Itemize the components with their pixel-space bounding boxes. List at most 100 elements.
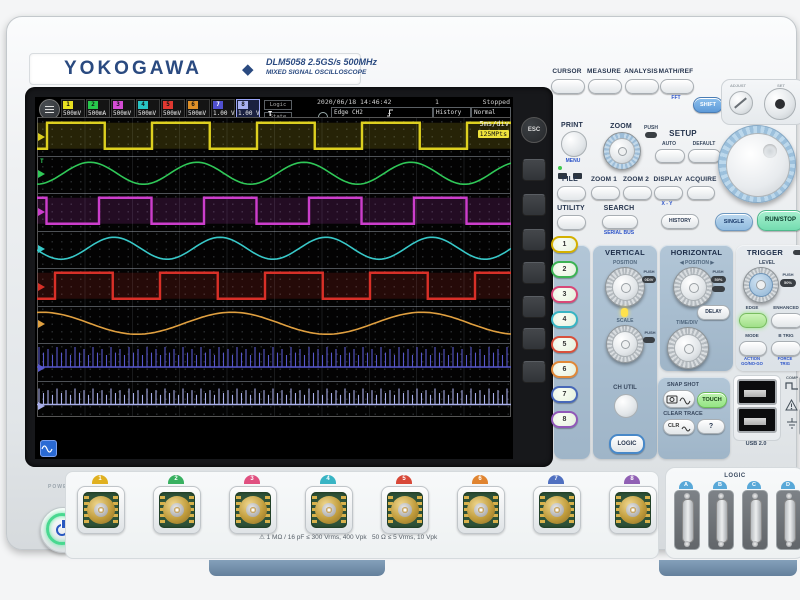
zoom-push-led [645, 132, 657, 138]
clear-trace-button[interactable]: CLR [663, 419, 695, 435]
utility-button[interactable] [557, 215, 586, 230]
trigger-level-knob[interactable] [743, 267, 779, 303]
bnc-connector-3 [229, 486, 277, 534]
vertical-scale-led [621, 308, 628, 317]
logic-badge[interactable]: Logic [264, 100, 292, 110]
search-button[interactable] [602, 215, 638, 229]
logic-port-badge-C: C [747, 481, 761, 489]
channel-badge-number: 8 [238, 101, 248, 109]
acq-mode: Normal [474, 109, 496, 116]
lcd-screen[interactable]: MENU 1500mV2500mA3500mV4500mV5500mV6500m… [35, 97, 513, 459]
vertical-scale-label: SCALE [607, 318, 643, 324]
auto-setup-button[interactable] [655, 149, 685, 163]
status-run-state: Stopped [483, 98, 510, 106]
status-acq-count: 1 [435, 98, 439, 106]
single-button[interactable]: SINGLE [715, 213, 753, 231]
softkey-4[interactable] [522, 262, 546, 284]
display-button[interactable] [654, 186, 683, 200]
acquire-button[interactable] [687, 186, 715, 200]
waveform-tool-icon[interactable] [40, 440, 57, 457]
softkey-2[interactable] [522, 194, 546, 216]
touch-button[interactable]: TOUCH [697, 392, 727, 408]
channel-5-button[interactable]: 5 [551, 336, 578, 353]
softkey-6[interactable] [522, 328, 546, 350]
enhanced-label: ENHANCED [767, 305, 800, 310]
horizontal-position-knob[interactable] [673, 267, 713, 307]
function-key-label-1: MEASURE [586, 68, 622, 75]
horizontal-push-label: PUSH [709, 269, 727, 274]
snap-shot-button[interactable] [663, 390, 695, 408]
zoom1-button[interactable] [591, 186, 620, 200]
square-wave-icon [785, 381, 799, 390]
softkey-7[interactable] [522, 361, 546, 383]
device-foot-right [659, 560, 797, 576]
bnc-badge-7: 7 [548, 475, 564, 484]
print-button[interactable] [561, 131, 587, 157]
history-label: History [436, 109, 461, 116]
clear-trace-label: CLEAR TRACE [658, 411, 708, 417]
analysis-button[interactable] [625, 79, 659, 94]
b-trig-button[interactable] [771, 341, 800, 356]
esc-button[interactable]: ESC [521, 117, 547, 143]
delay-button[interactable]: DELAY [697, 305, 730, 320]
history-button[interactable]: HISTORY [661, 214, 699, 229]
file-button[interactable] [557, 186, 586, 201]
logic-panel-title: LOGIC [666, 473, 800, 479]
vertical-scale-knob[interactable] [606, 325, 644, 363]
run-stop-button[interactable]: RUN/STOP [757, 210, 800, 231]
snap-shot-label: SNAP SHOT [660, 382, 706, 388]
ch-util-button[interactable] [614, 394, 638, 418]
enhanced-button[interactable] [771, 313, 800, 328]
channel-badge-number: 6 [188, 101, 198, 109]
function-key-label-3: MATH/REF [658, 68, 694, 75]
bnc-badge-5: 5 [396, 475, 412, 484]
channel-7-button[interactable]: 7 [551, 386, 578, 403]
function-key-label-2: ANALYSIS [623, 68, 659, 75]
logic-port-A [674, 490, 700, 550]
shift-button[interactable]: SHIFT [693, 97, 723, 113]
mode-button[interactable] [739, 341, 767, 356]
jog-shuttle-knob[interactable] [718, 125, 796, 203]
zoom2-button[interactable] [623, 186, 652, 200]
timediv-knob[interactable] [667, 327, 709, 369]
comp-label: COMP [783, 375, 800, 380]
trigger-position-marker[interactable]: T [268, 110, 272, 118]
help-button[interactable]: ? [697, 419, 725, 434]
channel-6-button[interactable]: 6 [551, 361, 578, 378]
math-ref-button[interactable] [660, 79, 694, 94]
channel-2-button[interactable]: 2 [551, 261, 578, 278]
usb-port-2 [737, 407, 777, 433]
action-label: ACTIONGO/NO-GO [735, 356, 769, 366]
search-label: SEARCH [601, 205, 637, 212]
analog-input-panel: 12345678 [65, 471, 659, 559]
channel-badge-scale: 500mV [138, 110, 156, 117]
vertical-position-knob[interactable] [605, 267, 645, 307]
softkey-3[interactable] [522, 229, 546, 251]
channel-8-button[interactable]: 8 [551, 411, 578, 428]
adjust-screw-knob[interactable] [729, 91, 753, 115]
channel-4-button[interactable]: 4 [551, 311, 578, 328]
default-setup-button[interactable] [688, 149, 721, 163]
wave-icon [681, 424, 691, 432]
vertical-scale-push-led [643, 337, 655, 343]
logic-port-badge-B: B [713, 481, 727, 489]
measure-button[interactable] [588, 79, 622, 94]
print-label: PRINT [555, 122, 589, 129]
adjust-panel: ADJUST SET [721, 79, 800, 125]
channel-1-button[interactable]: 1 [551, 236, 578, 253]
cursor-button[interactable] [551, 79, 585, 94]
bnc-connector-6 [457, 486, 505, 534]
bnc-badge-2: 2 [168, 475, 184, 484]
vertical-title: VERTICAL [593, 248, 657, 257]
model-subtitle: MIXED SIGNAL OSCILLOSCOPE [266, 69, 366, 76]
softkey-1[interactable] [522, 159, 546, 181]
vertical-scale-push-label: PUSH [641, 330, 659, 335]
zoom-knob[interactable] [603, 132, 641, 170]
set-knob[interactable] [764, 88, 796, 120]
channel-3-button[interactable]: 3 [551, 286, 578, 303]
ch-util-label: CH UTIL [597, 385, 653, 391]
softkey-5[interactable] [522, 296, 546, 318]
edge-button[interactable] [739, 313, 767, 328]
brand-name: YOKOGAWA [64, 58, 202, 80]
logic-button[interactable]: LOGIC [609, 434, 645, 454]
